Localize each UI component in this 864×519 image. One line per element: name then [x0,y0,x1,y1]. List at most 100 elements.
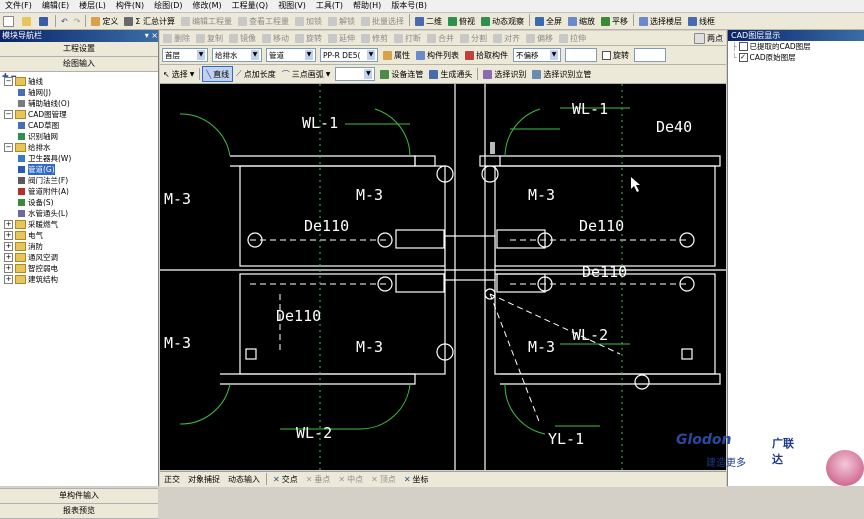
tree-folder[interactable]: + 电气 [0,230,158,241]
discipline-select[interactable]: 给排水 ▼ [212,48,262,62]
menu-item[interactable]: 帮助(H) [348,0,386,12]
status-toggle[interactable]: ✕ 顶点 [367,473,400,487]
toolbar-button[interactable]: 解锁 [325,14,358,28]
tree-item[interactable]: 水管通头(L) [0,208,158,219]
layer-row[interactable]: └ ✓ CAD原始图层 [728,52,864,63]
toolbar-button[interactable]: 二维 [412,14,445,28]
single-component-input-button[interactable]: 单构件输入 [0,488,158,504]
rotate-angle-input[interactable] [634,48,666,62]
modify-button[interactable]: 镜像 [226,31,259,45]
toolbar-button[interactable]: 动态观察 [478,14,527,28]
menu-item[interactable]: 楼层(L) [74,0,111,12]
toolbar-button[interactable]: 缩放 [565,14,598,28]
project-settings-button[interactable]: 工程设置 [0,42,158,57]
report-preview-button[interactable]: 报表预览 [0,504,158,519]
menu-item[interactable]: 编辑(E) [37,0,74,12]
tree-item[interactable]: 管道附件(A) [0,186,158,197]
status-toggle[interactable]: ✕ 交点 [269,473,302,487]
offset-select[interactable]: 不偏移 ▼ [513,48,561,62]
toolbar-button[interactable]: 查看工程量 [235,14,292,28]
redo-button[interactable]: ↷ [71,14,84,28]
tree-item[interactable]: 设备(S) [0,197,158,208]
expand-icon[interactable]: + [4,242,13,251]
tree-folder[interactable]: + 消防 [0,241,158,252]
properties-button[interactable]: 属性 [380,48,413,62]
menu-item[interactable]: 文件(F) [0,0,37,12]
modify-button[interactable]: 移动 [259,31,292,45]
point-length-button[interactable]: ⟋ 点加长度 [233,67,279,81]
tree-folder[interactable]: − 轴线 [0,76,158,87]
collapse-icon[interactable]: − [4,110,13,119]
line-button[interactable]: ╲ 直线 [202,66,234,82]
rotate-checkbox[interactable]: 旋转 [599,48,632,62]
collapse-icon[interactable]: − [4,143,13,152]
modify-button[interactable]: 对齐 [490,31,523,45]
menu-item[interactable]: 修改(M) [187,0,226,12]
generate-fitting-button[interactable]: 生成通头 [426,67,475,81]
status-toggle[interactable]: ✕ 坐标 [400,473,433,487]
layer-checkbox-original[interactable]: ✓ [738,53,748,62]
collapse-icon[interactable]: − [4,77,13,86]
expand-icon[interactable]: + [4,220,13,229]
menu-item[interactable]: 构件(N) [111,0,149,12]
modify-button[interactable]: 旋转 [292,31,325,45]
expand-icon[interactable]: + [4,253,13,262]
toolbar-button[interactable]: 选择楼层 [636,14,685,28]
offset-value-input[interactable] [565,48,597,62]
tree-item[interactable]: CAD草图 [0,120,158,131]
expand-icon[interactable]: + [4,231,13,240]
save-button[interactable] [36,14,53,28]
toolbar-button[interactable]: Σ 汇总计算 [121,14,178,28]
layer-checkbox-extracted[interactable] [738,42,748,51]
tree-folder[interactable]: + 采暖燃气 [0,219,158,230]
layer-row[interactable]: ├ 已提取的CAD图层 [728,41,864,52]
menu-item[interactable]: 工程量(Q) [227,0,274,12]
tree-item[interactable]: 轴网(J) [0,87,158,98]
component-list-button[interactable]: 构件列表 [413,48,462,62]
three-point-arc-button[interactable]: ⌒ 三点画弧 ▼ [279,67,334,81]
toolbar-button[interactable]: 平移 [598,14,631,28]
tree-folder[interactable]: + 智控弱电 [0,263,158,274]
expand-icon[interactable]: + [4,275,13,284]
modify-button[interactable]: 复制 [193,31,226,45]
tree-folder[interactable]: + 通风空调 [0,252,158,263]
modify-button[interactable]: 分割 [457,31,490,45]
toolbar-button[interactable]: 线框 [685,14,718,28]
modify-button[interactable]: 拉伸 [556,31,589,45]
menu-item[interactable]: 版本号(B) [386,0,432,12]
arc-option-select[interactable]: ▼ [335,67,376,81]
drawing-input-button[interactable]: 绘图输入 [0,57,158,72]
cad-drawing-canvas[interactable]: WL-1 WL-1 De40 M-3 M-3 M-3 De110 De110 D… [160,84,726,470]
modify-button[interactable]: 打断 [391,31,424,45]
modify-button[interactable]: 删除 [160,31,193,45]
floor-select[interactable]: 首层 ▼ [162,48,208,62]
toolbar-button[interactable]: 全屏 [532,14,565,28]
menu-item[interactable]: 视图(V) [273,0,311,12]
toolbar-button[interactable]: 俯视 [445,14,478,28]
toolbar-button[interactable]: 定义 [88,14,121,28]
undo-button[interactable]: ↶ [58,14,71,28]
component-type-select[interactable]: 管道 ▼ [266,48,316,62]
equipment-connect-button[interactable]: 设备连管 [377,67,426,81]
pipe-spec-select[interactable]: PP-R DE5(▼ [320,48,378,62]
new-file-button[interactable] [0,14,19,28]
tree-item[interactable]: 管道(G) [0,164,158,175]
tree-folder[interactable]: − 给排水 [0,142,158,153]
status-toggle[interactable]: 正交 [160,473,184,487]
tree-item[interactable]: 识别轴网 [0,131,158,142]
status-toggle[interactable]: ✕ 垂点 [302,473,335,487]
status-toggle[interactable]: 动态输入 [224,473,264,487]
tree-folder[interactable]: + 建筑结构 [0,274,158,285]
recognize-riser-button[interactable]: 选择识别立管 [529,67,594,81]
two-point-button[interactable]: 两点 [691,31,726,45]
select-button[interactable]: ↖ 选择 ▼ [160,67,197,81]
modify-button[interactable]: 偏移 [523,31,556,45]
menu-item[interactable]: 绘图(D) [149,0,187,12]
modify-button[interactable]: 合并 [424,31,457,45]
expand-icon[interactable]: + [4,264,13,273]
toolbar-button[interactable]: 批量选择 [358,14,407,28]
status-toggle[interactable]: 对象捕捉 [184,473,224,487]
menu-item[interactable]: 工具(T) [311,0,348,12]
tree-folder[interactable]: − CAD图管理 [0,109,158,120]
modify-button[interactable]: 修剪 [358,31,391,45]
